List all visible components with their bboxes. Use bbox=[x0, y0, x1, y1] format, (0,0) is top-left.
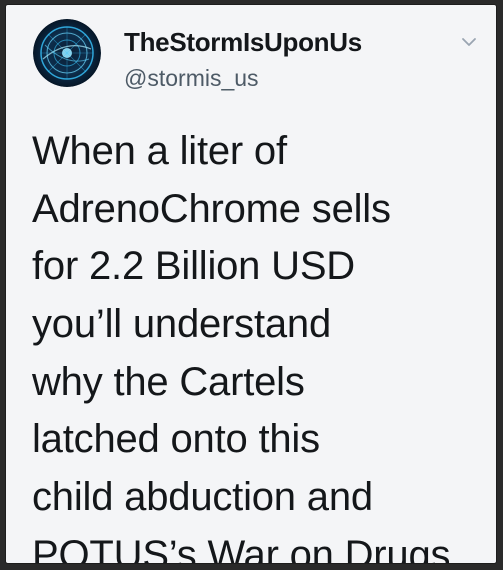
tweet-menu-button[interactable] bbox=[458, 31, 480, 53]
author-display-name[interactable]: TheStormIsUponUs bbox=[124, 27, 362, 58]
tweet-text-line: for 2.2 Billion USD bbox=[32, 244, 355, 289]
tweet-text-line: why the Cartels bbox=[32, 359, 305, 404]
tweet-text-line: AdrenoChrome sells bbox=[32, 186, 391, 231]
tweet-text-line: POTUS’s War on Drugs. bbox=[32, 532, 462, 563]
screenshot-frame: TheStormIsUponUs @stormis_us When a lite… bbox=[6, 5, 496, 563]
tweet-text: When a liter of AdrenoChrome sells for 2… bbox=[32, 123, 492, 563]
avatar[interactable] bbox=[33, 19, 101, 87]
tweet-card[interactable]: TheStormIsUponUs @stormis_us When a lite… bbox=[6, 5, 496, 563]
tweet-text-line: child abduction and bbox=[32, 475, 373, 520]
tweet-text-line: When a liter of bbox=[32, 129, 287, 173]
author-handle[interactable]: @stormis_us bbox=[124, 65, 259, 92]
tweet-text-line: you’ll understand bbox=[32, 302, 332, 347]
chevron-down-icon bbox=[462, 38, 476, 46]
storm-avatar-icon bbox=[33, 19, 101, 87]
tweet-text-line: latched onto this bbox=[32, 417, 320, 462]
